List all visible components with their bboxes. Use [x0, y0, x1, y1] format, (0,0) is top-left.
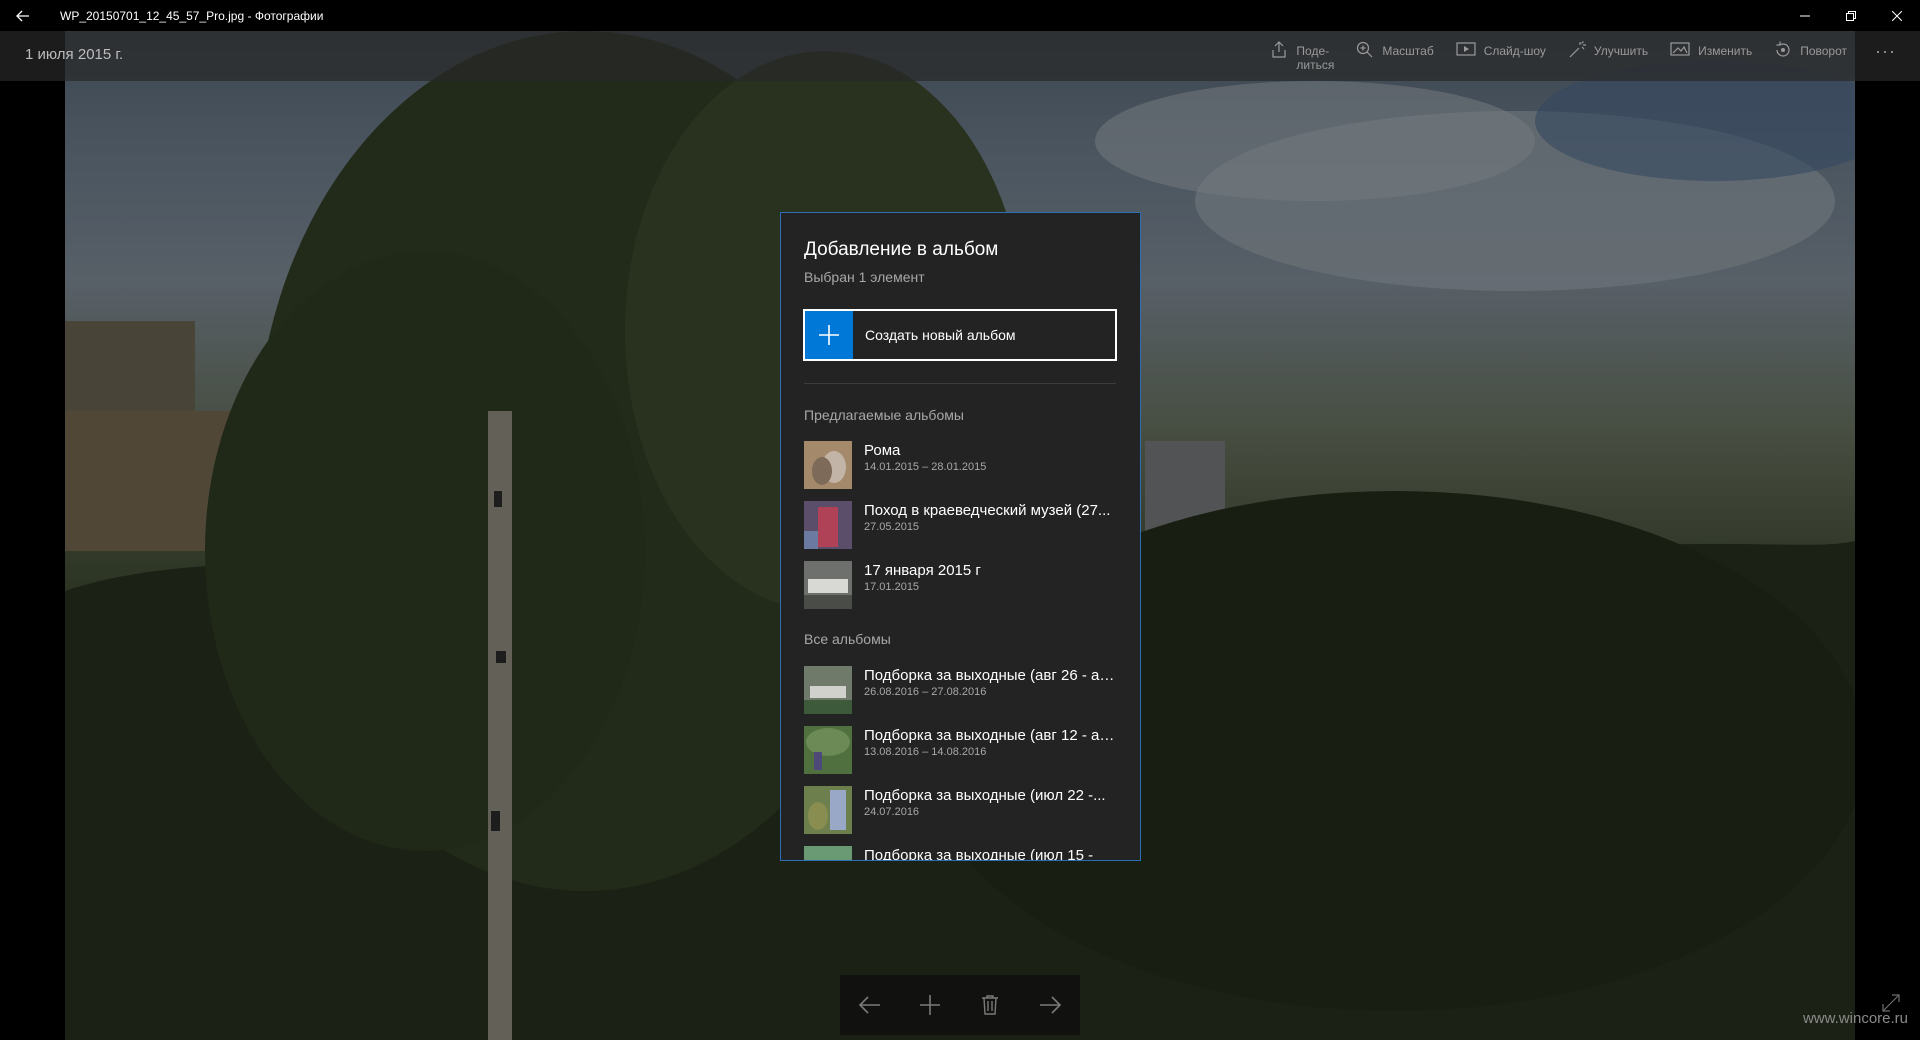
album-name: Подборка за выходные (авг 12 - ав... [864, 727, 1119, 744]
dialog-divider [804, 383, 1116, 384]
album-dates: 27.05.2015 [864, 521, 920, 533]
album-name: Подборка за выходные (июл 15 - [864, 847, 1094, 861]
album-thumbnail [804, 561, 852, 609]
album-name: 17 января 2015 г [864, 562, 981, 579]
share-label-line2: литься [1296, 58, 1335, 72]
rotate-icon [1776, 41, 1790, 57]
album-item[interactable]: Подборка за выходные (авг 26 - ав... 26.… [804, 666, 1119, 714]
plus-icon [920, 995, 940, 1015]
close-button[interactable] [1874, 0, 1920, 31]
album-thumbnail [804, 846, 852, 860]
magic-wand-icon [1569, 41, 1586, 58]
photos-app-window: WP_20150701_12_45_57_Pro.jpg - Фотографи… [0, 0, 1920, 1040]
album-name: Подборка за выходные (июл 22 -... [864, 787, 1106, 804]
edit-label: Изменить [1698, 44, 1753, 58]
dialog-title: Добавление в альбом [804, 239, 999, 260]
slideshow-label: Слайд-шоу [1483, 44, 1546, 58]
album-item[interactable]: Подборка за выходные (июл 22 -... 24.07.… [804, 786, 1119, 834]
toolbar-actions: Поде- литься Масштаб Слайд-шоу Улучшить … [1248, 41, 1896, 72]
album-item[interactable]: Подборка за выходные (июл 15 - [804, 846, 1119, 861]
dialog-subtitle: Выбран 1 элемент [804, 269, 925, 285]
arrow-right-icon [1040, 996, 1061, 1014]
rotate-label: Поворот [1800, 44, 1848, 58]
album-dates: 24.07.2016 [864, 806, 920, 818]
album-dates: 26.08.2016 – 27.08.2016 [864, 686, 987, 698]
add-to-album-dialog: Добавление в альбом Выбран 1 элемент Соз… [780, 212, 1141, 861]
plus-icon [805, 311, 853, 359]
create-new-album-label: Создать новый альбом [865, 327, 1016, 343]
share-icon [1272, 41, 1287, 58]
minimize-button[interactable] [1782, 0, 1828, 31]
slideshow-icon [1456, 42, 1476, 56]
bottom-navigation [840, 975, 1080, 1035]
app-toolbar: 1 июля 2015 г. Поде- литься Масштаб Слай… [0, 31, 1920, 81]
album-item-suggested[interactable]: Рома 14.01.2015 – 28.01.2015 [804, 441, 1119, 489]
minimize-icon [1800, 15, 1810, 16]
album-item-suggested[interactable]: Поход в краеведческий музей (27... 27.05… [804, 501, 1119, 549]
edit-button[interactable]: Изменить [1670, 41, 1752, 58]
zoom-icon [1357, 41, 1373, 58]
photo-date: 1 июля 2015 г. [25, 46, 124, 63]
edit-image-icon [1670, 42, 1690, 56]
maximize-button[interactable] [1828, 0, 1874, 31]
watermark: www.wincore.ru [1802, 1010, 1908, 1027]
album-dates: 13.08.2016 – 14.08.2016 [864, 746, 987, 758]
zoom-label: Масштаб [1382, 44, 1434, 58]
window-controls [1782, 0, 1920, 31]
arrow-left-icon [859, 996, 880, 1014]
rotate-button[interactable]: Поворот [1774, 41, 1847, 59]
album-thumbnail [804, 726, 852, 774]
title-bar: WP_20150701_12_45_57_Pro.jpg - Фотографи… [0, 0, 1920, 31]
album-thumbnail [804, 786, 852, 834]
album-name: Рома [864, 442, 901, 459]
album-name: Поход в краеведческий музей (27... [864, 502, 1111, 519]
album-dates: 17.01.2015 [864, 581, 920, 593]
trash-icon [982, 995, 998, 1015]
back-button[interactable] [0, 0, 46, 31]
more-icon: ··· [1875, 41, 1896, 61]
album-name: Подборка за выходные (авг 26 - ав... [864, 667, 1119, 684]
album-dates: 14.01.2015 – 28.01.2015 [864, 461, 987, 473]
more-button[interactable]: ··· [1875, 41, 1896, 62]
add-button[interactable] [910, 985, 950, 1025]
album-item-suggested[interactable]: 17 января 2015 г 17.01.2015 [804, 561, 1119, 609]
suggested-albums-heading: Предлагаемые альбомы [804, 407, 964, 423]
window-title: WP_20150701_12_45_57_Pro.jpg - Фотографи… [60, 8, 324, 23]
share-label-line1: Поде- [1296, 44, 1330, 58]
slideshow-button[interactable]: Слайд-шоу [1456, 41, 1546, 58]
album-thumbnail [804, 441, 852, 489]
next-button[interactable] [1030, 985, 1070, 1025]
zoom-button[interactable]: Масштаб [1356, 41, 1434, 59]
previous-button[interactable] [850, 985, 890, 1025]
arrow-left-icon [16, 10, 29, 21]
restore-icon [1846, 10, 1856, 21]
album-item[interactable]: Подборка за выходные (авг 12 - ав... 13.… [804, 726, 1119, 774]
album-thumbnail [804, 501, 852, 549]
album-thumbnail [804, 666, 852, 714]
close-icon [1892, 10, 1902, 21]
share-button[interactable]: Поде- литься [1270, 41, 1334, 72]
all-albums-heading: Все альбомы [804, 631, 891, 647]
enhance-label: Улучшить [1593, 44, 1649, 58]
enhance-button[interactable]: Улучшить [1568, 41, 1648, 59]
create-new-album-button[interactable]: Создать новый альбом [803, 309, 1117, 361]
delete-button[interactable] [970, 985, 1010, 1025]
